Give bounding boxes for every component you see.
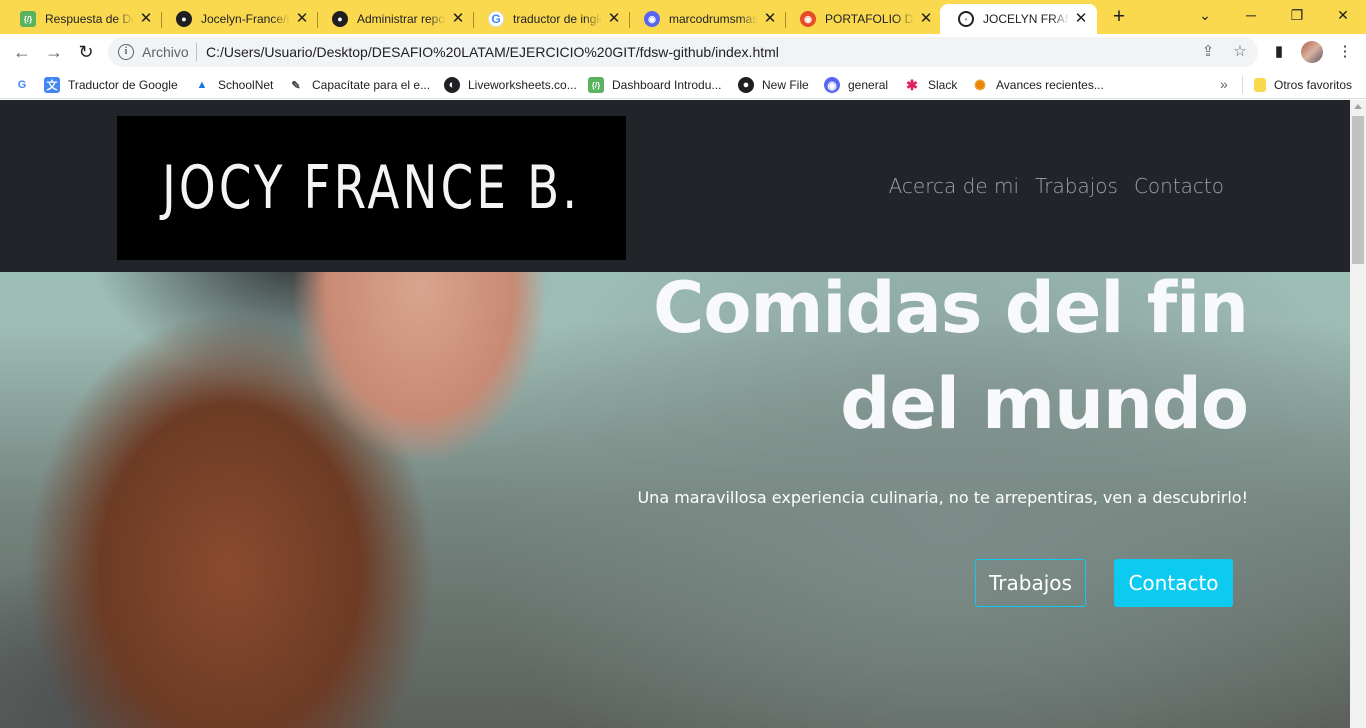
tab-title: traductor de inglés	[513, 12, 602, 26]
sheets-icon: {/}	[20, 11, 36, 27]
bookmark-slack[interactable]: ✱ Slack	[904, 76, 957, 94]
bookmark-general[interactable]: ◉ general	[824, 76, 888, 94]
side-panel-icon[interactable]: ▮	[1268, 41, 1290, 63]
brand-logo[interactable]: JOCY FRANCE B.	[117, 116, 626, 260]
tab-title: Jocelyn-France/DESAFIO	[201, 12, 290, 26]
tab-respuesta[interactable]: {/} Respuesta de Desafío ✕	[2, 4, 162, 34]
forward-arrow-icon[interactable]: →	[40, 38, 68, 66]
bookmarks-overflow-icon[interactable]: »	[1220, 76, 1228, 92]
nav-link-acerca[interactable]: Acerca de mi	[889, 174, 1019, 198]
close-icon[interactable]: ✕	[138, 11, 154, 27]
site-header: JOCY FRANCE B. Acerca de mi Trabajos Con…	[0, 100, 1350, 272]
menu-kebab-icon[interactable]: ⋮	[1334, 41, 1356, 63]
globe-icon: ◐	[444, 77, 460, 93]
bookmark-capacitate[interactable]: ✎ Capacítate para el e...	[288, 76, 430, 94]
window-close-icon[interactable]: ✕	[1320, 0, 1366, 30]
site-nav: Acerca de mi Trabajos Contacto	[889, 174, 1224, 198]
google-icon: G	[488, 11, 504, 27]
bookmarks-bar: G 文 Traductor de Google ▲ SchoolNet ✎ Capac…	[0, 70, 1366, 99]
other-bookmarks[interactable]: Otros favoritos	[1254, 76, 1352, 94]
tab-search-icon[interactable]: ⌄	[1182, 0, 1228, 30]
new-tab-button[interactable]: +	[1108, 6, 1130, 28]
tab-title: PORTAFOLIO DE	[825, 12, 914, 26]
back-arrow-icon[interactable]: ←	[8, 38, 36, 66]
tab-strip: {/} Respuesta de Desafío ✕ ● Jocelyn-Fra…	[0, 0, 1366, 34]
github-icon: ●	[176, 11, 192, 27]
nav-link-trabajos[interactable]: Trabajos	[1035, 174, 1118, 198]
url-text[interactable]: C:/Users/Usuario/Desktop/DESAFIO%20LATAM…	[206, 44, 779, 60]
bookmark-liveworksheets[interactable]: ◐ Liveworksheets.co...	[444, 76, 577, 94]
discord-icon: ◉	[824, 77, 840, 93]
page-scrollbar[interactable]	[1350, 100, 1366, 728]
tab-title: Administrar repositorio	[357, 12, 446, 26]
google-translate-icon: 文	[44, 77, 60, 93]
restore-icon[interactable]: ❐	[1274, 0, 1320, 30]
share-icon[interactable]: ⇪	[1198, 42, 1218, 62]
address-bar[interactable]: i Archivo C:/Users/Usuario/Desktop/DESAF…	[108, 37, 1258, 67]
trabajos-button[interactable]: Trabajos	[975, 559, 1086, 607]
tab-jocelyn-active[interactable]: ◦ JOCELYN FRANCE ✕	[940, 4, 1097, 34]
tab-title: JOCELYN FRANCE	[983, 12, 1069, 26]
tab-portafolio[interactable]: ◉ PORTAFOLIO DE ✕	[782, 4, 942, 34]
browser-toolbar: ← → ↻ i Archivo C:/Users/Usuario/Desktop…	[0, 34, 1366, 70]
bookmark-traductor[interactable]: 文 Traductor de Google	[44, 76, 178, 94]
tab-traductor[interactable]: G traductor de inglés ✕	[470, 4, 630, 34]
bookmark-avances[interactable]: ✺ Avances recientes...	[972, 76, 1104, 94]
avatar[interactable]	[1301, 41, 1323, 63]
hero-subtitle: Una maravillosa experiencia culinaria, n…	[637, 488, 1248, 507]
scroll-thumb[interactable]	[1352, 116, 1364, 264]
bookmark-new-file[interactable]: ● New File	[738, 76, 809, 94]
spinner-icon: ✺	[974, 76, 986, 93]
tab-administrar-repo[interactable]: ● Administrar repositorio ✕	[314, 4, 474, 34]
folder-icon	[1254, 78, 1266, 92]
close-icon[interactable]: ✕	[1073, 11, 1089, 27]
hero-title: Comidas del fin del mundo	[652, 267, 1249, 445]
slack-icon: ✱	[906, 76, 918, 93]
tab-github-jocelyn[interactable]: ● Jocelyn-France/DESAFIO ✕	[158, 4, 318, 34]
page-icon: ◦	[958, 11, 974, 27]
contacto-button[interactable]: Contacto	[1114, 559, 1233, 607]
scroll-up-icon[interactable]	[1354, 104, 1362, 109]
reload-icon[interactable]: ↻	[72, 38, 100, 66]
bookmark-dashboard[interactable]: {/} Dashboard Introdu...	[588, 76, 721, 94]
minimize-icon[interactable]: ─	[1228, 0, 1274, 30]
github-icon: ●	[738, 77, 754, 93]
close-icon[interactable]: ✕	[606, 11, 622, 27]
page-viewport: JOCY FRANCE B. Acerca de mi Trabajos Con…	[0, 100, 1366, 728]
google-icon[interactable]: G	[14, 76, 38, 94]
tab-title: Respuesta de Desafío	[45, 12, 134, 26]
bookmark-schoolnet[interactable]: ▲ SchoolNet	[194, 76, 274, 94]
security-label: Archivo	[142, 44, 189, 60]
tab-title: marcodrumsmaster	[669, 12, 758, 26]
close-icon[interactable]: ✕	[450, 11, 466, 27]
sheets-icon: {/}	[588, 77, 604, 93]
close-icon[interactable]: ✕	[918, 11, 934, 27]
close-icon[interactable]: ✕	[294, 11, 310, 27]
edit-icon: ✎	[291, 79, 301, 92]
close-icon[interactable]: ✕	[762, 11, 778, 27]
discord-icon: ◉	[644, 11, 660, 27]
nav-link-contacto[interactable]: Contacto	[1134, 174, 1224, 198]
portfolio-icon: ◉	[800, 11, 816, 27]
tab-discord[interactable]: ◉ marcodrumsmaster ✕	[626, 4, 786, 34]
info-icon[interactable]: i	[118, 44, 134, 60]
bookmark-star-icon[interactable]: ☆	[1230, 42, 1250, 62]
graduation-cap-icon: ▲	[196, 79, 208, 91]
github-icon: ●	[332, 11, 348, 27]
